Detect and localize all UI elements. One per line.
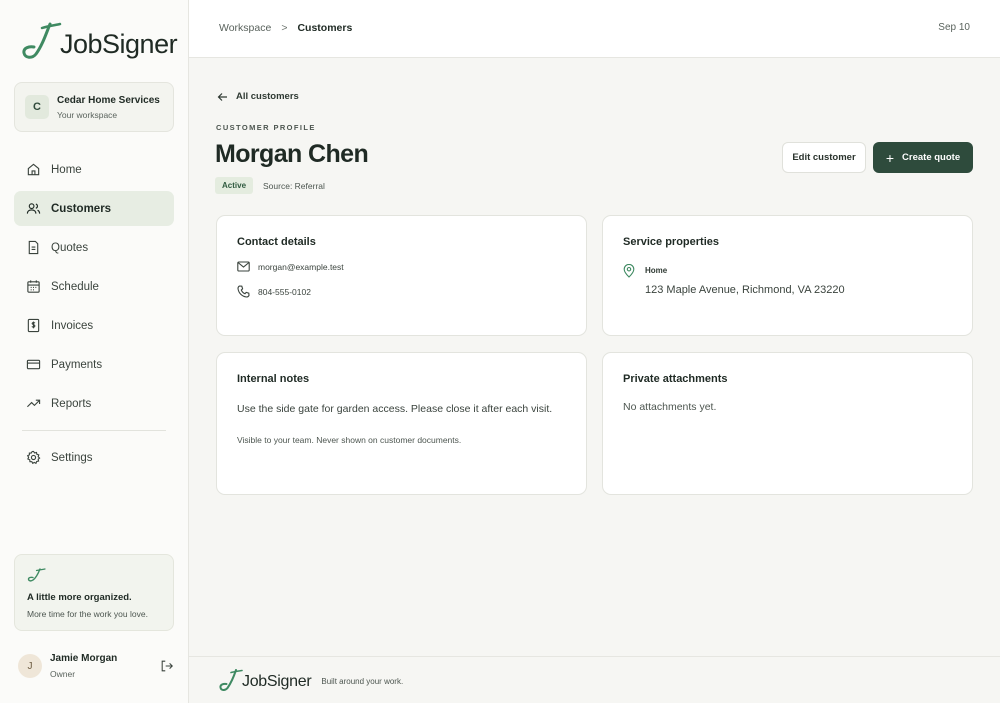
map-pin-icon (623, 264, 635, 278)
back-link-label: All customers (236, 91, 299, 102)
contact-email-row: morgan@example.test (237, 261, 566, 272)
mail-icon (237, 261, 250, 272)
property-item: Home 123 Maple Avenue, Richmond, VA 2322… (623, 264, 952, 296)
phone-icon (237, 285, 250, 298)
home-icon (27, 163, 40, 176)
sidebar-item-reports[interactable]: Reports (14, 386, 174, 421)
workspace-name: Cedar Home Services (57, 94, 160, 106)
attachments-empty-state: No attachments yet. (623, 401, 717, 413)
document-icon (28, 240, 39, 255)
logo-mark-icon (27, 568, 46, 582)
sidebar-item-label: Customers (51, 202, 112, 215)
sidebar-item-label: Quotes (51, 241, 89, 254)
promo-title: A little more organized. (27, 592, 132, 603)
card-title: Contact details (237, 236, 316, 248)
sidebar: JobSigner C Cedar Home Services Your wor… (0, 0, 189, 703)
workspace-avatar: C (25, 95, 49, 119)
contact-phone-row: 804-555-0102 (237, 285, 566, 298)
breadcrumb: Workspace > Customers (219, 22, 352, 34)
logo-mark-icon (22, 22, 62, 59)
breadcrumb-workspace[interactable]: Workspace (219, 22, 271, 34)
sidebar-item-settings[interactable]: Settings (14, 440, 174, 475)
user-name: Jamie Morgan (50, 653, 118, 664)
logout-icon[interactable] (160, 659, 174, 673)
sidebar-item-label: Reports (51, 397, 92, 410)
arrow-left-icon (217, 92, 227, 101)
card-title: Private attachments (623, 373, 728, 385)
private-attachments-card: Private attachments No attachments yet. (602, 352, 973, 495)
card-title: Service properties (623, 236, 719, 248)
sidebar-item-label: Schedule (51, 280, 99, 293)
customer-source: Source: Referral (263, 180, 325, 191)
contact-email[interactable]: morgan@example.test (258, 262, 344, 272)
credit-card-icon (26, 359, 41, 370)
sidebar-item-quotes[interactable]: Quotes (14, 230, 174, 265)
current-date: Sep 10 (938, 22, 970, 33)
notes-text: Use the side gate for garden access. Ple… (237, 403, 553, 415)
customer-meta: Active Source: Referral (215, 177, 325, 194)
breadcrumb-separator: > (281, 22, 288, 34)
property-label: Home (645, 266, 668, 275)
contact-details-card: Contact details morgan@example.test 804-… (216, 215, 587, 336)
promo-card: A little more organized. More time for t… (14, 554, 174, 631)
status-badge: Active (215, 177, 254, 194)
create-quote-button[interactable]: + Create quote (873, 142, 973, 173)
sidebar-item-label: Settings (51, 451, 93, 464)
sidebar-item-schedule[interactable]: Schedule (14, 269, 174, 304)
topbar: Workspace > Customers Sep 10 (189, 0, 1000, 58)
logo-text: JobSigner (60, 28, 178, 59)
invoice-icon (27, 318, 40, 333)
users-icon (26, 203, 41, 214)
promo-subtitle: More time for the work you love. (27, 609, 148, 619)
nav-divider (22, 430, 166, 431)
app-logo[interactable]: JobSigner (22, 20, 178, 62)
plus-icon: + (885, 149, 895, 166)
back-to-customers-link[interactable]: All customers (217, 91, 299, 102)
internal-notes-card: Internal notes Use the side gate for gar… (216, 352, 587, 495)
edit-customer-button[interactable]: Edit customer (782, 142, 866, 173)
avatar: J (18, 654, 42, 678)
page-title: Morgan Chen (215, 140, 369, 168)
workspace-switcher[interactable]: C Cedar Home Services Your workspace (14, 82, 174, 132)
contact-phone[interactable]: 804-555-0102 (258, 287, 311, 297)
user-role: Owner (50, 669, 76, 679)
property-address: 123 Maple Avenue, Richmond, VA 23220 (645, 284, 845, 296)
gear-icon (26, 450, 41, 465)
trend-icon (27, 399, 41, 408)
sidebar-nav: Home Customers Quotes Schedule Invoices … (14, 152, 174, 479)
footer-logo-text: JobSigner (242, 673, 312, 690)
card-title: Internal notes (237, 373, 310, 385)
page-eyebrow: CUSTOMER PROFILE (216, 123, 316, 132)
sidebar-item-payments[interactable]: Payments (14, 347, 174, 382)
create-quote-label: Create quote (902, 152, 961, 163)
sidebar-item-label: Invoices (51, 319, 94, 332)
sidebar-item-customers[interactable]: Customers (14, 191, 174, 226)
service-properties-card: Service properties Home 123 Maple Avenue… (602, 215, 973, 336)
footer-logo: JobSigner Built around your work. (219, 667, 403, 693)
notes-visibility-hint: Visible to your team. Never shown on cus… (237, 435, 462, 445)
footer-tagline: Built around your work. (321, 677, 404, 686)
footer: JobSigner Built around your work. (189, 656, 1000, 703)
sidebar-item-label: Payments (51, 358, 103, 371)
sidebar-item-home[interactable]: Home (14, 152, 174, 187)
calendar-icon (27, 280, 40, 293)
sidebar-item-label: Home (51, 163, 82, 176)
logo-mark-icon (219, 669, 243, 691)
workspace-subtitle: Your workspace (57, 109, 118, 120)
user-profile[interactable]: J Jamie Morgan Owner (18, 653, 174, 679)
breadcrumb-current: Customers (297, 22, 353, 34)
sidebar-item-invoices[interactable]: Invoices (14, 308, 174, 343)
